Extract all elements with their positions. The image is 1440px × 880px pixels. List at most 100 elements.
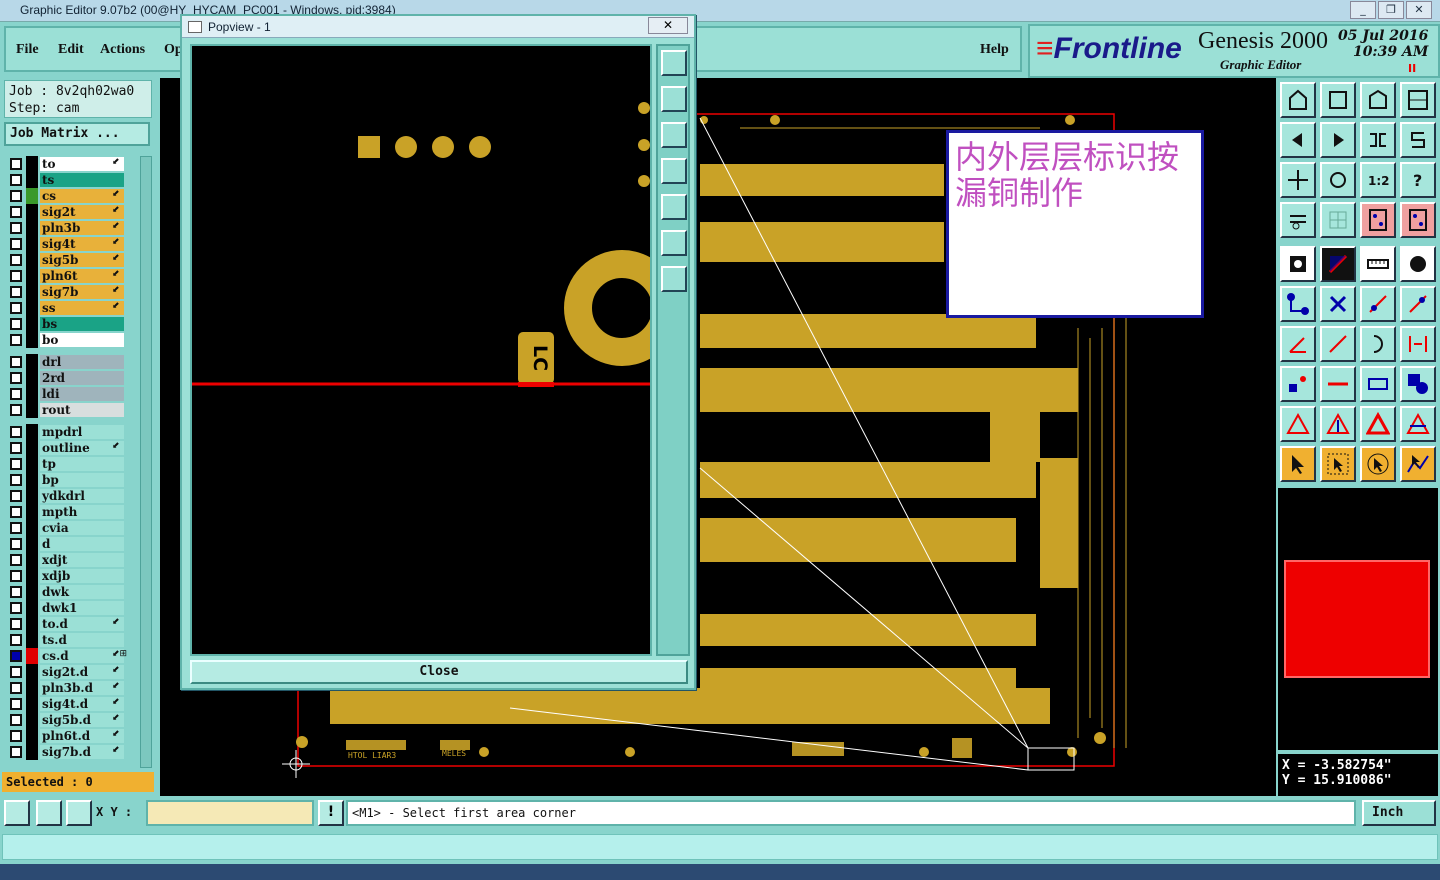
layer-color-swatch[interactable] <box>26 370 38 386</box>
layer-color-swatch[interactable] <box>26 284 38 300</box>
layer-row-pln6t[interactable]: pln6t ⬋ <box>4 268 140 284</box>
layer-color-swatch[interactable] <box>26 354 38 370</box>
layer-color-swatch[interactable] <box>26 300 38 316</box>
layer-color-swatch[interactable] <box>26 712 38 728</box>
layer-color-swatch[interactable] <box>26 584 38 600</box>
layer-row-dwk[interactable]: dwk <box>4 584 140 600</box>
layer-color-swatch[interactable] <box>26 156 38 172</box>
pan-left-icon[interactable] <box>1280 122 1316 158</box>
diagonal-icon[interactable] <box>1320 326 1356 362</box>
line-point-alt-icon[interactable] <box>1400 286 1436 322</box>
layer-row-ydkdrl[interactable]: ydkdrl <box>4 488 140 504</box>
triangle-icon[interactable] <box>1280 406 1316 442</box>
window-icon[interactable] <box>1400 82 1436 118</box>
snake-icon[interactable] <box>1400 122 1436 158</box>
cross-icon[interactable] <box>1320 286 1356 322</box>
layer-name[interactable]: mpdrl <box>40 425 124 439</box>
layer-checkbox[interactable] <box>10 666 22 678</box>
building-icon[interactable] <box>1360 82 1396 118</box>
layer-name[interactable]: xdjb <box>40 569 124 583</box>
zoom-extent-icon[interactable] <box>1280 162 1316 198</box>
layer-checkbox[interactable] <box>10 490 22 502</box>
layer-name[interactable]: mpth <box>40 505 124 519</box>
move-point-icon[interactable] <box>1280 366 1316 402</box>
layer-row-cs[interactable]: cs ⬋ <box>4 188 140 204</box>
layer-color-swatch[interactable] <box>26 236 38 252</box>
layer-checkbox[interactable] <box>10 404 22 416</box>
layer-row-sig2t[interactable]: sig2t ⬋ <box>4 204 140 220</box>
layer-color-swatch[interactable] <box>26 188 38 204</box>
layer-color-swatch[interactable] <box>26 456 38 472</box>
help-icon[interactable]: ? <box>1400 162 1436 198</box>
layer-row-ss[interactable]: ss ⬋ <box>4 300 140 316</box>
layer-checkbox[interactable] <box>10 522 22 534</box>
popview-zoom-in-icon[interactable] <box>661 230 687 256</box>
layer-row-to-d[interactable]: to.d ⬋ <box>4 616 140 632</box>
triangle-arrow-icon[interactable] <box>1360 406 1396 442</box>
angle-snap-icon[interactable] <box>36 800 62 826</box>
layer-checkbox[interactable] <box>10 698 22 710</box>
layer-name[interactable]: d <box>40 537 124 551</box>
layer-row-rout[interactable]: rout <box>4 402 140 418</box>
layer-name[interactable]: rout <box>40 403 124 417</box>
layer-color-swatch[interactable] <box>26 472 38 488</box>
layer-name[interactable]: bo <box>40 333 124 347</box>
pointer-icon[interactable] <box>1280 446 1316 482</box>
layer-checkbox[interactable] <box>10 682 22 694</box>
layer-name[interactable]: tp <box>40 457 124 471</box>
layer-name[interactable]: bs <box>40 317 124 331</box>
layer-name[interactable]: ts <box>40 173 124 187</box>
layer-color-swatch[interactable] <box>26 600 38 616</box>
layer-name[interactable]: ts.d <box>40 633 124 647</box>
select-circle-icon[interactable] <box>1360 446 1396 482</box>
layer-color-swatch[interactable] <box>26 402 38 418</box>
layer-name[interactable]: xdjt <box>40 553 124 567</box>
minimize-button[interactable]: _ <box>1350 1 1376 19</box>
layer-checkbox[interactable] <box>10 650 22 662</box>
layer-row-tp[interactable]: tp <box>4 456 140 472</box>
layer-row-outline[interactable]: outline ⬋ <box>4 440 140 456</box>
layer-color-swatch[interactable] <box>26 632 38 648</box>
layer-checkbox[interactable] <box>10 334 22 346</box>
dot-icon[interactable] <box>1400 246 1436 282</box>
select-path-icon[interactable] <box>1400 446 1436 482</box>
layer-row-ts[interactable]: ts <box>4 172 140 188</box>
layer-color-swatch[interactable] <box>26 440 38 456</box>
layer-checkbox[interactable] <box>10 474 22 486</box>
close-window-button[interactable]: ✕ <box>1406 1 1432 19</box>
layer-checkbox[interactable] <box>10 388 22 400</box>
layer-checkbox[interactable] <box>10 372 22 384</box>
shapes-icon[interactable] <box>1400 366 1436 402</box>
menu-file[interactable]: File <box>16 42 39 58</box>
layer-checkbox[interactable] <box>10 618 22 630</box>
angle-icon[interactable] <box>1280 326 1316 362</box>
layer-row-sig5b[interactable]: sig5b ⬋ <box>4 252 140 268</box>
layer-row-pln3b-d[interactable]: pln3b.d ⬋ <box>4 680 140 696</box>
layer-name[interactable]: 2rd <box>40 371 124 385</box>
xy-input[interactable] <box>146 800 314 826</box>
layer-row-mpdrl[interactable]: mpdrl <box>4 424 140 440</box>
layer-row-sig4t[interactable]: sig4t ⬋ <box>4 236 140 252</box>
flip-icon[interactable] <box>1360 122 1396 158</box>
layer-color-swatch[interactable] <box>26 728 38 744</box>
layer-row-bs[interactable]: bs <box>4 316 140 332</box>
layer-checkbox[interactable] <box>10 746 22 758</box>
layer-row-ldi[interactable]: ldi <box>4 386 140 402</box>
layer-row-drl[interactable]: drl <box>4 354 140 370</box>
arc-icon[interactable] <box>1360 326 1396 362</box>
layer-stack-alt-icon[interactable] <box>1400 202 1436 238</box>
popview-pan-left-icon[interactable] <box>661 158 687 184</box>
layer-checkbox[interactable] <box>10 238 22 250</box>
layer-name[interactable]: cvia <box>40 521 124 535</box>
layer-name[interactable]: drl <box>40 355 124 369</box>
layer-row-cvia[interactable]: cvia <box>4 520 140 536</box>
horizontal-line-icon[interactable] <box>1320 366 1356 402</box>
layer-name[interactable]: dwk <box>40 585 124 599</box>
layer-row-cs-d[interactable]: cs.d ⬋⊞ <box>4 648 140 664</box>
measure-icon[interactable] <box>1360 366 1396 402</box>
layer-row-mpth[interactable]: mpth <box>4 504 140 520</box>
layer-row-sig4t-d[interactable]: sig4t.d ⬋ <box>4 696 140 712</box>
layer-name[interactable]: ldi <box>40 387 124 401</box>
alert-icon[interactable]: ! <box>318 800 344 826</box>
layer-stack-icon[interactable] <box>1360 202 1396 238</box>
